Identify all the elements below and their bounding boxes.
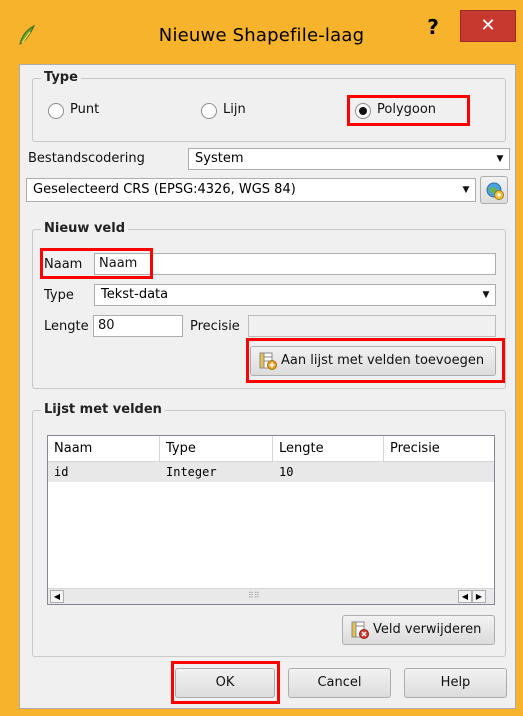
chevron-down-icon: ▼: [496, 154, 504, 164]
cancel-button[interactable]: Cancel: [288, 668, 391, 698]
field-type-select[interactable]: Tekst-data ▼: [94, 284, 496, 306]
radio-polygoon-label[interactable]: Polygoon: [377, 102, 436, 117]
ok-button[interactable]: OK: [175, 668, 275, 698]
close-button[interactable]: ✕: [460, 10, 516, 42]
column-header-length[interactable]: Lengte: [273, 436, 384, 462]
add-field-icon: [259, 352, 277, 381]
new-field-group-title: Nieuw veld: [41, 221, 128, 236]
scroll-left-icon[interactable]: ◀: [50, 590, 64, 603]
name-input[interactable]: Naam: [94, 253, 496, 275]
scroll-left-icon-right[interactable]: ◀: [458, 590, 472, 603]
scroll-right-icon[interactable]: ▶: [472, 590, 486, 603]
radio-lijn-label[interactable]: Lijn: [223, 102, 246, 117]
close-icon: ✕: [480, 15, 496, 36]
remove-field-label: Veld verwijderen: [373, 622, 482, 637]
context-help-button[interactable]: ?: [421, 13, 445, 41]
encoding-select[interactable]: System ▼: [188, 148, 510, 170]
table-cell-name: id: [54, 465, 69, 479]
column-header-name[interactable]: Naam: [48, 436, 160, 462]
remove-field-button[interactable]: Veld verwijderen: [342, 615, 495, 645]
field-list-group-title: Lijst met velden: [41, 402, 165, 417]
length-input[interactable]: 80: [93, 315, 183, 337]
add-field-label: Aan lijst met velden toevoegen: [281, 353, 485, 368]
title-bar[interactable]: Nieuwe Shapefile-laag ? ✕: [0, 0, 523, 64]
field-type-value: Tekst-data: [101, 287, 169, 302]
table-cell-precision: [384, 462, 494, 482]
help-button[interactable]: Help: [404, 668, 507, 698]
remove-field-icon: [351, 621, 369, 650]
encoding-label: Bestandscodering: [28, 151, 145, 166]
type-group-title: Type: [41, 70, 81, 85]
name-label: Naam: [44, 257, 83, 272]
table-cell-type: Integer: [166, 465, 217, 479]
precision-input[interactable]: [248, 315, 496, 337]
encoding-value: System: [195, 151, 244, 166]
crs-select[interactable]: Geselecteerd CRS (EPSG:4326, WGS 84) ▼: [26, 178, 476, 202]
dialog-client-area: Type Punt Lijn Polygoon Bestandscodering…: [19, 64, 516, 709]
radio-punt-label[interactable]: Punt: [70, 102, 99, 117]
column-header-type[interactable]: Type: [160, 436, 273, 462]
chevron-down-icon: ▼: [462, 185, 470, 195]
column-header-precision[interactable]: Precisie: [384, 436, 494, 462]
length-label: Lengte: [44, 319, 89, 334]
crs-value: Geselecteerd CRS (EPSG:4326, WGS 84): [33, 182, 296, 197]
table-cell-length: 10: [279, 465, 294, 479]
type-label: Type: [44, 288, 74, 303]
scroll-grip-icon[interactable]: ⠿⠿: [248, 591, 260, 600]
radio-punt[interactable]: [48, 103, 64, 119]
crs-select-button[interactable]: [480, 176, 508, 204]
precision-label: Precisie: [190, 319, 240, 334]
dialog-window: Nieuwe Shapefile-laag ? ✕ Type Punt Lijn…: [0, 0, 523, 716]
radio-polygoon[interactable]: [355, 103, 371, 119]
horizontal-scrollbar[interactable]: ◀ ⠿⠿ ◀ ▶: [48, 588, 494, 604]
globe-gear-icon: [485, 181, 505, 211]
radio-lijn[interactable]: [201, 103, 217, 119]
chevron-down-icon: ▼: [482, 290, 490, 300]
add-field-button[interactable]: Aan lijst met velden toevoegen: [250, 346, 496, 376]
field-table[interactable]: Naam Type Lengte Precisie id Integer 10 …: [47, 435, 495, 605]
